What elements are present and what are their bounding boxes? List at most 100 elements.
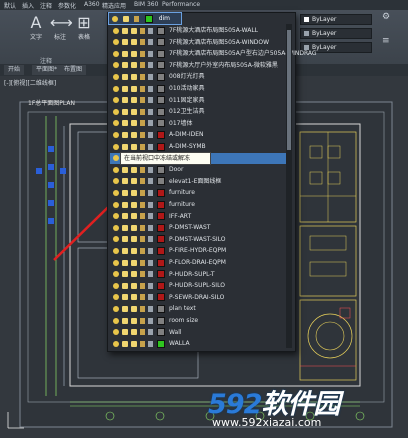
- sun-icon[interactable]: [122, 166, 128, 173]
- viewport-freeze-icon[interactable]: [131, 73, 137, 80]
- layer-color-swatch[interactable]: [157, 61, 165, 70]
- viewport-freeze-icon[interactable]: [131, 259, 137, 266]
- sun-icon[interactable]: [122, 73, 128, 80]
- padlock-icon[interactable]: [140, 305, 145, 312]
- lightbulb-icon[interactable]: [113, 282, 119, 289]
- printer-icon[interactable]: [148, 120, 153, 127]
- layer-row[interactable]: 7F桃源大酒店布局图505A户型右边户505A-WINDRAG: [110, 48, 317, 59]
- sun-icon[interactable]: [122, 329, 128, 336]
- layer-row[interactable]: furniture: [110, 187, 291, 198]
- lightbulb-icon[interactable]: [113, 189, 119, 196]
- layer-color-swatch[interactable]: [157, 96, 165, 105]
- layer-row[interactable]: 7F桃源大酒店布局图505A-WINDOW: [110, 37, 291, 48]
- sun-icon[interactable]: [122, 50, 128, 57]
- printer-icon[interactable]: [148, 340, 153, 347]
- sun-icon[interactable]: [122, 282, 128, 289]
- padlock-icon[interactable]: [140, 143, 145, 150]
- layer-row[interactable]: 017墙体: [110, 118, 291, 129]
- padlock-icon[interactable]: [140, 73, 145, 80]
- ribbon-tab-featured-apps[interactable]: 精选应用: [102, 1, 126, 10]
- printer-icon[interactable]: [148, 178, 153, 185]
- layer-color-swatch[interactable]: [157, 339, 165, 348]
- sun-icon[interactable]: [122, 189, 128, 196]
- viewport-freeze-icon[interactable]: [131, 282, 137, 289]
- viewport-freeze-icon[interactable]: [131, 50, 137, 57]
- lightbulb-icon[interactable]: [113, 85, 119, 92]
- printer-icon[interactable]: [148, 73, 153, 80]
- viewport-freeze-icon[interactable]: [131, 294, 137, 301]
- viewport-freeze-icon[interactable]: [131, 236, 137, 243]
- printer-icon[interactable]: [148, 143, 153, 150]
- printer-icon[interactable]: [148, 317, 153, 324]
- lightbulb-icon[interactable]: [113, 120, 119, 127]
- sun-icon[interactable]: [122, 143, 128, 150]
- printer-icon[interactable]: [148, 166, 153, 173]
- layer-row[interactable]: 7F桃源大厅户外室内布局505A-微软雅黑: [110, 60, 291, 71]
- viewport-freeze-icon[interactable]: [131, 143, 137, 150]
- padlock-icon[interactable]: [140, 236, 145, 243]
- printer-icon[interactable]: [148, 108, 153, 115]
- layer-color-swatch[interactable]: [157, 246, 165, 255]
- layer-color-swatch[interactable]: [157, 84, 165, 93]
- sun-icon[interactable]: [122, 340, 128, 347]
- padlock-icon[interactable]: [140, 271, 145, 278]
- padlock-icon[interactable]: [140, 201, 145, 208]
- layer-color-swatch[interactable]: [157, 223, 165, 232]
- lightbulb-icon[interactable]: [113, 340, 119, 347]
- printer-icon[interactable]: [148, 85, 153, 92]
- viewport-freeze-icon[interactable]: [131, 85, 137, 92]
- layer-color-swatch[interactable]: [157, 235, 165, 244]
- lightbulb-icon[interactable]: [113, 97, 119, 104]
- viewport-freeze-icon[interactable]: [131, 317, 137, 324]
- sun-icon[interactable]: [122, 178, 128, 185]
- dimension-tool-button[interactable]: ⟷ 标注: [50, 14, 73, 42]
- layer-color-swatch[interactable]: [157, 293, 165, 302]
- layer-color-swatch[interactable]: [157, 26, 165, 35]
- sun-icon[interactable]: [122, 236, 128, 243]
- layer-row[interactable]: P-HUDR-SUPL-T: [110, 269, 291, 280]
- layer-row[interactable]: elevat1-E面图线框: [110, 176, 291, 187]
- layer-row[interactable]: IFF-ART: [110, 211, 291, 222]
- layer-row[interactable]: 008灯光灯具: [110, 71, 291, 82]
- printer-icon[interactable]: [148, 282, 153, 289]
- padlock-icon[interactable]: [140, 62, 145, 69]
- lightbulb-icon[interactable]: [113, 329, 119, 336]
- lightbulb-icon[interactable]: [113, 317, 119, 324]
- viewport-freeze-icon[interactable]: [131, 329, 137, 336]
- layer-row[interactable]: 011固定家具: [110, 95, 291, 106]
- layer-row[interactable]: 012卫生洁具: [110, 106, 291, 117]
- layer-row[interactable]: WALLA: [110, 338, 291, 349]
- sun-icon[interactable]: [122, 120, 128, 127]
- sun-icon[interactable]: [122, 39, 128, 46]
- sun-icon[interactable]: [122, 305, 128, 312]
- padlock-icon[interactable]: [140, 259, 145, 266]
- viewport-freeze-icon[interactable]: [131, 166, 137, 173]
- lightbulb-icon[interactable]: [113, 73, 119, 80]
- layer-row[interactable]: furniture: [110, 199, 291, 210]
- lightbulb-icon[interactable]: [113, 305, 119, 312]
- ribbon-tab-insert[interactable]: 插入: [22, 1, 34, 10]
- padlock-icon[interactable]: [140, 166, 145, 173]
- layer-row[interactable]: Wall: [110, 327, 291, 338]
- sun-icon[interactable]: [122, 224, 128, 231]
- sun-icon[interactable]: [122, 97, 128, 104]
- layer-row[interactable]: P-HUDR-SUPL-SILO: [110, 280, 291, 291]
- layer-row[interactable]: P-SEWR-DRAI-SILO: [110, 292, 291, 303]
- viewport-freeze-icon[interactable]: [131, 271, 137, 278]
- padlock-icon[interactable]: [140, 178, 145, 185]
- layer-color-swatch[interactable]: [157, 165, 165, 174]
- padlock-icon[interactable]: [140, 39, 145, 46]
- printer-icon[interactable]: [148, 305, 153, 312]
- file-tab-layout[interactable]: 布置图: [60, 65, 87, 75]
- lightbulb-icon[interactable]: [113, 50, 119, 57]
- lightbulb-icon[interactable]: [113, 155, 119, 162]
- padlock-icon[interactable]: [140, 50, 145, 57]
- viewport-freeze-icon[interactable]: [131, 224, 137, 231]
- layer-row[interactable]: P-FIRE-HYDR-EQPM: [110, 245, 291, 256]
- padlock-icon[interactable]: [140, 108, 145, 115]
- layer-color-swatch[interactable]: [157, 38, 165, 47]
- lightbulb-icon[interactable]: [113, 166, 119, 173]
- viewport-freeze-icon[interactable]: [131, 39, 137, 46]
- layer-color-swatch[interactable]: [157, 316, 165, 325]
- lightbulb-icon[interactable]: [113, 39, 119, 46]
